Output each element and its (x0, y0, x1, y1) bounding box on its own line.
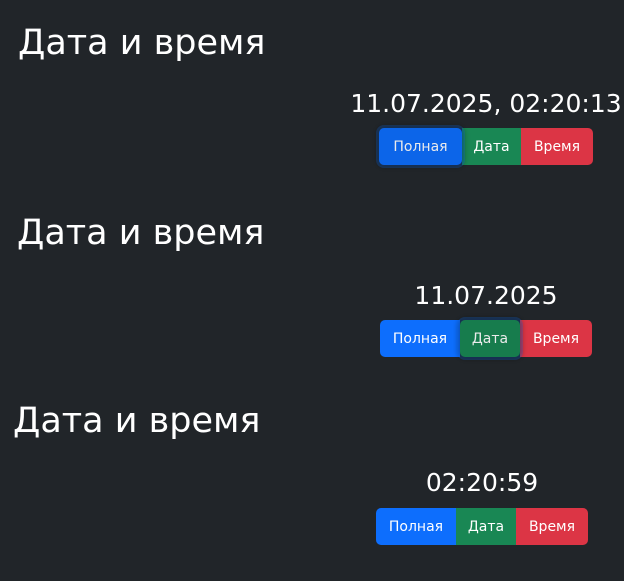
date-format-button[interactable]: Дата (462, 128, 521, 165)
datetime-widget-3: Дата и время 02:20:59 Полная Дата Время (0, 380, 624, 581)
datetime-display: 02:20:59 (425, 468, 539, 497)
time-format-button[interactable]: Время (521, 128, 593, 165)
time-format-button[interactable]: Время (520, 320, 592, 357)
datetime-display: 11.07.2025, 02:20:13 (350, 89, 622, 118)
format-button-group: Полная Дата Время (380, 320, 592, 357)
datetime-widget-1: Дата и время 11.07.2025, 02:20:13 Полная… (0, 0, 624, 190)
format-button-group: Полная Дата Время (376, 508, 588, 545)
date-format-button[interactable]: Дата (460, 320, 520, 357)
time-format-button[interactable]: Время (516, 508, 588, 545)
date-format-button[interactable]: Дата (456, 508, 516, 545)
full-format-button[interactable]: Полная (376, 508, 456, 545)
datetime-widget-2: Дата и время 11.07.2025 Полная Дата Врем… (0, 190, 624, 380)
format-button-group: Полная Дата Время (379, 128, 593, 165)
widget-title: Дата и время (13, 401, 261, 441)
full-format-button[interactable]: Полная (379, 128, 462, 165)
full-format-button[interactable]: Полная (380, 320, 460, 357)
datetime-display: 11.07.2025 (414, 281, 558, 310)
widget-title: Дата и время (18, 23, 266, 63)
widget-title: Дата и время (17, 213, 265, 253)
